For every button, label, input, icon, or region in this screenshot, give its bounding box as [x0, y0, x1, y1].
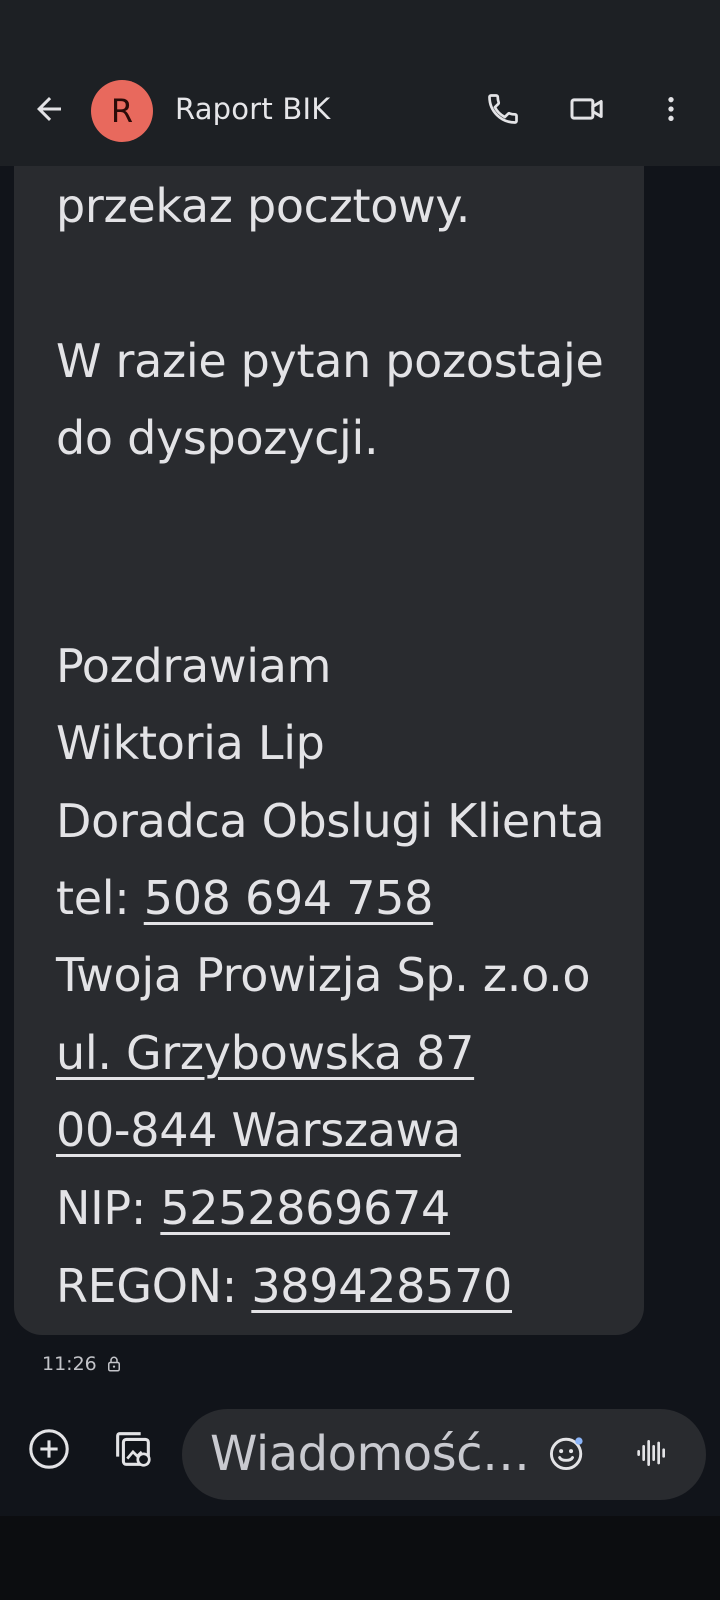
gallery-icon — [110, 1426, 156, 1476]
more-options-button[interactable] — [643, 83, 699, 139]
call-button[interactable] — [475, 83, 531, 139]
gallery-button[interactable] — [105, 1423, 161, 1479]
phone-icon — [485, 91, 521, 131]
nip-line: NIP: 5252869674 — [56, 1178, 450, 1238]
navigation-bar — [0, 1516, 720, 1600]
arrow-back-icon — [31, 91, 67, 131]
regon-number-link[interactable]: 389428570 — [251, 1259, 512, 1313]
phone-number-link[interactable]: 508 694 758 — [144, 871, 434, 925]
back-button[interactable] — [21, 83, 77, 139]
street-address-link[interactable]: ul. Grzybowska 87 — [56, 1026, 474, 1080]
message-meta: 11:26 — [42, 1353, 123, 1375]
message-line: Pozdrawiam — [56, 639, 332, 693]
voice-message-button[interactable] — [624, 1427, 680, 1483]
compose-bar: Wiadomość… — [0, 1390, 720, 1516]
message-timestamp: 11:26 — [42, 1353, 97, 1375]
nip-label: NIP: — [56, 1181, 161, 1235]
contact-avatar[interactable]: R — [91, 80, 153, 142]
message-line: przekaz pocztowy. — [56, 179, 471, 233]
address-line: ul. Grzybowska 87 — [56, 1023, 474, 1083]
voice-icon — [632, 1433, 672, 1477]
status-bar — [0, 0, 720, 56]
videocam-icon — [567, 89, 607, 133]
message-line: Doradca Obslugi Klienta — [56, 794, 605, 848]
add-attachment-button[interactable] — [21, 1423, 77, 1479]
avatar-letter: R — [110, 92, 134, 130]
lock-icon — [105, 1355, 123, 1373]
conversation-header: R Raport BIK — [0, 56, 720, 166]
city-address-link[interactable]: 00-844 Warszawa — [56, 1103, 461, 1157]
message-line: Wiktoria Lip — [56, 716, 325, 770]
nip-number-link[interactable]: 5252869674 — [160, 1181, 450, 1235]
city-line: 00-844 Warszawa — [56, 1100, 461, 1160]
message-input[interactable]: Wiadomość… — [182, 1409, 706, 1500]
message-input-placeholder: Wiadomość… — [210, 1426, 530, 1482]
message-bubble[interactable]: przekaz pocztowy. W razie pytan pozostaj… — [14, 166, 644, 1335]
regon-label: REGON: — [56, 1259, 252, 1313]
message-thread[interactable]: przekaz pocztowy. W razie pytan pozostaj… — [0, 166, 720, 1390]
emoji-button[interactable] — [539, 1427, 595, 1483]
screen: R Raport BIK przekaz pocztowy. W razie p… — [0, 0, 720, 1600]
tel-label: tel: — [56, 871, 144, 925]
video-call-button[interactable] — [559, 83, 615, 139]
company-name: Twoja Prowizja Sp. z.o.o — [56, 948, 591, 1002]
add-icon — [26, 1426, 72, 1476]
phone-line: tel: 508 694 758 — [56, 868, 433, 928]
emoji-icon — [545, 1431, 589, 1479]
message-line: W razie pytan pozostaje — [56, 334, 604, 388]
more-vert-icon — [655, 93, 687, 129]
regon-line: REGON: 389428570 — [56, 1256, 512, 1316]
message-line: do dyspozycji. — [56, 411, 379, 465]
contact-name[interactable]: Raport BIK — [175, 92, 330, 126]
